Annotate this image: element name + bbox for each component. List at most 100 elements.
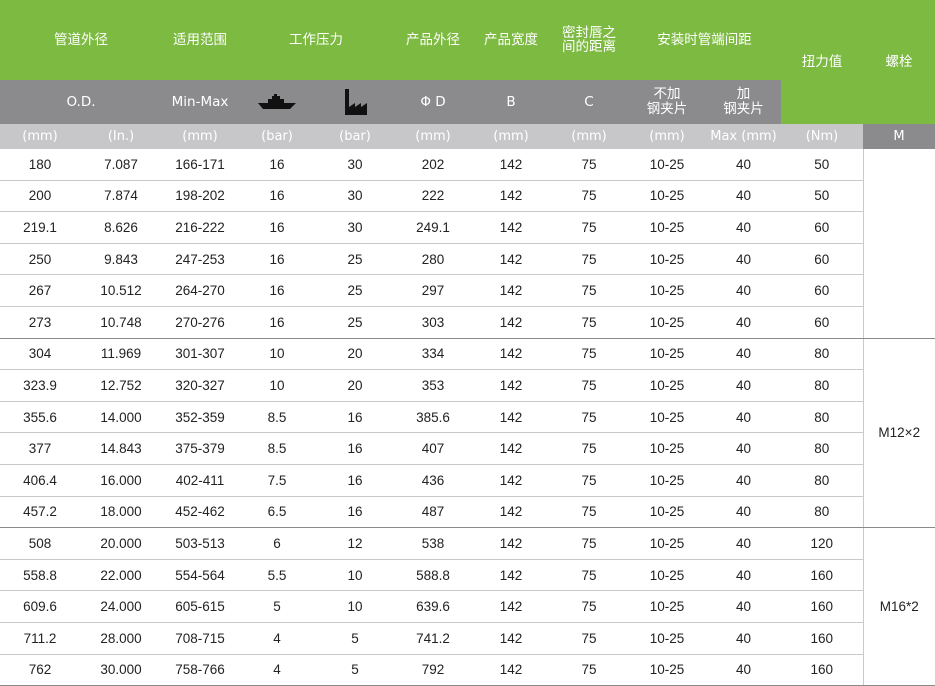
table-cell: 60	[781, 274, 863, 307]
table-cell: 40	[706, 496, 781, 529]
table-cell: 142	[472, 306, 550, 339]
table-cell: 75	[550, 306, 628, 339]
table-cell: 75	[550, 559, 628, 592]
table-cell: 10	[238, 338, 316, 371]
unit-cell: (mm)	[550, 124, 628, 149]
table-cell: 180	[0, 149, 80, 181]
table-cell: 758-766	[162, 654, 238, 686]
table-cell: 10	[238, 369, 316, 402]
table-cell: 10-25	[628, 211, 706, 244]
table-cell: 28.000	[80, 622, 162, 655]
table-cell: 40	[706, 401, 781, 434]
unit-cell: Max (mm)	[706, 124, 781, 149]
table-cell: 160	[781, 622, 863, 655]
table-cell: 40	[706, 622, 781, 655]
table-cell: 377	[0, 432, 80, 465]
unit-cell: (bar)	[238, 124, 316, 149]
table-cell: 10-25	[628, 149, 706, 181]
table-cell: 639.6	[394, 590, 472, 623]
subheader-factory-cell	[316, 80, 394, 124]
table-cell: 10	[316, 559, 394, 592]
header-seal-gap: 密封唇之 间的距离	[550, 0, 628, 80]
table-cell: 10.512	[80, 274, 162, 307]
table-cell: 762	[0, 654, 80, 686]
table-cell: 14.000	[80, 401, 162, 434]
table-row: 304 11.969 301-307 10 20 334 142 75 10-25 40 80 M12…	[0, 338, 935, 529]
factory-icon	[345, 89, 367, 115]
table-cell: 267	[0, 274, 80, 307]
table-cell: 40	[706, 369, 781, 402]
table-cell: 75	[550, 180, 628, 213]
table-cell: 142	[472, 211, 550, 244]
table-cell: 142	[472, 559, 550, 592]
table-cell: 503-513	[162, 527, 238, 560]
table-cell: 10-25	[628, 401, 706, 434]
table-cell: 355.6	[0, 401, 80, 434]
table-cell: 40	[706, 654, 781, 686]
table-cell: 16	[238, 149, 316, 181]
unit-cell: M	[863, 124, 935, 149]
table-cell: 16	[238, 211, 316, 244]
table-cell: 5	[316, 654, 394, 686]
table-cell: 142	[472, 622, 550, 655]
subheader-with-clip-line1: 加	[736, 86, 751, 102]
table-cell: 250	[0, 243, 80, 276]
subheader-no-clip-line1: 不加	[653, 86, 681, 102]
table-cell: 6.5	[238, 496, 316, 529]
spec-sheet: 管道外径 适用范围 工作压力 产品外径 产品宽度 密封唇之 间的距离 安装时管端…	[0, 0, 935, 686]
table-cell: 160	[781, 590, 863, 623]
table-cell: 16	[316, 496, 394, 529]
table-cell: 216-222	[162, 211, 238, 244]
table-cell: 320-327	[162, 369, 238, 402]
table-cell: 508	[0, 527, 80, 560]
unit-cell: (mm)	[162, 124, 238, 149]
table-cell: 75	[550, 243, 628, 276]
table-cell: 558.8	[0, 559, 80, 592]
table-cell: 301-307	[162, 338, 238, 371]
table-cell: 10-25	[628, 369, 706, 402]
subheader-c: C	[550, 80, 628, 124]
table-cell: 10-25	[628, 496, 706, 529]
header-seal-gap-line1: 密封唇之	[562, 25, 616, 41]
table-cell: 10-25	[628, 622, 706, 655]
table-cell: 353	[394, 369, 472, 402]
table-cell: 4	[238, 622, 316, 655]
header-seal-gap-line2: 间的距离	[562, 39, 616, 55]
subheader-minmax: Min-Max	[162, 80, 238, 124]
unit-row: (mm) (In.) (mm) (bar) (bar) (mm) (mm) (m…	[0, 124, 935, 149]
table-cell: 487	[394, 496, 472, 529]
table-cell: 538	[394, 527, 472, 560]
table-cell: 40	[706, 211, 781, 244]
subheader-no-clip: 不加 钢夹片	[628, 80, 706, 124]
table-cell: 16.000	[80, 464, 162, 497]
table-cell: 554-564	[162, 559, 238, 592]
table-cell: 7.087	[80, 149, 162, 181]
table-cell: 142	[472, 338, 550, 371]
header-torque: 扭力值	[781, 0, 863, 124]
unit-cell: (mm)	[472, 124, 550, 149]
table-cell: 11.969	[80, 338, 162, 371]
table-cell: 20	[316, 369, 394, 402]
unit-cell: (Nm)	[781, 124, 863, 149]
table-cell: 12.752	[80, 369, 162, 402]
pipe-coupling-spec-table: 管道外径 适用范围 工作压力 产品外径 产品宽度 密封唇之 间的距离 安装时管端…	[0, 0, 935, 686]
table-cell: 25	[316, 306, 394, 339]
table-row: 508 20.000 503-513 6 12 538 142 75 10-25 40 120 M16…	[0, 527, 935, 686]
table-cell: 334	[394, 338, 472, 371]
table-row: 180 7.087 166-171 16 30 202 142 75 10-25 40 50	[0, 149, 935, 339]
unit-cell: (mm)	[394, 124, 472, 149]
table-cell: 80	[781, 432, 863, 465]
table-cell: 10-25	[628, 180, 706, 213]
table-cell: 75	[550, 211, 628, 244]
table-cell: 40	[706, 180, 781, 213]
table-cell: 142	[472, 274, 550, 307]
table-cell: 249.1	[394, 211, 472, 244]
table-cell: 200	[0, 180, 80, 213]
table-cell: 40	[706, 306, 781, 339]
unit-cell: (mm)	[0, 124, 80, 149]
table-cell: 402-411	[162, 464, 238, 497]
table-cell: 5.5	[238, 559, 316, 592]
table-cell: 10.748	[80, 306, 162, 339]
table-cell: 75	[550, 590, 628, 623]
bolt-spec-cell: M16*2	[862, 527, 935, 686]
